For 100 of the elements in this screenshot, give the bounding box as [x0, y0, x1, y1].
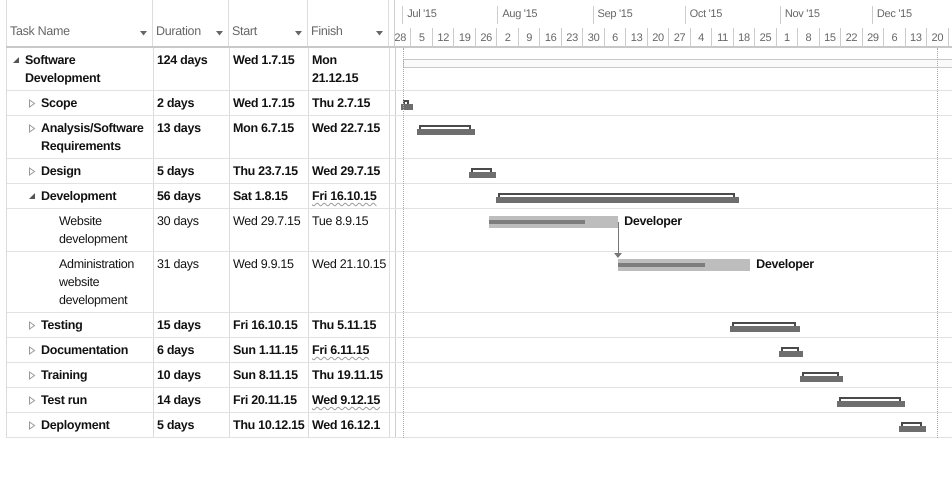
column-header[interactable]: Finish	[311, 22, 343, 41]
start-date: Sun 1.11.15	[233, 343, 298, 357]
month-label: Sep '15	[598, 8, 632, 20]
week-label: 25	[760, 30, 772, 46]
finish-date: Thu 2.7.15	[312, 96, 370, 110]
finish-date: Thu 19.11.15	[312, 368, 383, 382]
week-label: 30	[588, 30, 600, 46]
duration-text: 124 days	[157, 53, 208, 67]
start-date: Fri 16.10.15	[233, 318, 298, 332]
finish-date: Mon 21.12.15	[312, 53, 358, 85]
column-header[interactable]: Task Name	[10, 22, 70, 41]
collapse-triangle-icon[interactable]	[12, 56, 20, 64]
week-label: 23	[566, 30, 578, 46]
task-name: Test run	[41, 392, 87, 409]
finish-date: Fri 16.10.15	[312, 189, 377, 203]
duration-text: 30 days	[157, 214, 199, 228]
start-date: Wed 1.7.15	[233, 53, 294, 67]
resource-label: Developer	[624, 213, 682, 230]
duration-text: 5 days	[157, 418, 194, 432]
start-date: Wed 1.7.15	[233, 96, 294, 110]
expand-triangle-icon[interactable]	[28, 321, 36, 330]
week-label: 27	[674, 30, 686, 46]
expand-triangle-icon[interactable]	[28, 346, 36, 355]
finish-date: Wed 29.7.15	[312, 164, 380, 178]
duration-text: 2 days	[157, 96, 194, 110]
start-date: Wed 29.7.15	[233, 214, 300, 228]
column-header[interactable]: Duration	[156, 22, 201, 41]
task-name: Training	[41, 367, 88, 384]
finish-date: Tue 8.9.15	[312, 214, 368, 228]
week-label: 15	[824, 30, 836, 46]
start-date: Thu 23.7.15	[233, 164, 298, 178]
finish-date: Wed 9.12.15	[312, 393, 380, 407]
week-label: 13	[630, 30, 642, 46]
week-label: 12	[437, 30, 450, 46]
dropdown-arrow-icon[interactable]	[295, 31, 302, 36]
week-label: 6	[612, 30, 618, 46]
week-label: 1	[784, 30, 790, 46]
task-name: Deployment	[41, 417, 110, 434]
expand-triangle-icon[interactable]	[28, 124, 36, 133]
resource-label: Developer	[756, 256, 814, 273]
duration-text: 13 days	[157, 121, 201, 135]
duration-text: 56 days	[157, 189, 201, 203]
task-name: Testing	[41, 317, 82, 334]
task-name: Software Development	[25, 52, 102, 87]
duration-text: 6 days	[157, 343, 194, 357]
week-label: 16	[544, 30, 556, 46]
task-name: Analysis/Software Requirements	[41, 120, 145, 155]
start-date: Fri 20.11.15	[233, 393, 297, 407]
dropdown-arrow-icon[interactable]	[140, 31, 147, 36]
task-name: Scope	[41, 95, 78, 112]
week-label: 8	[806, 30, 812, 46]
expand-triangle-icon[interactable]	[28, 99, 36, 108]
finish-date: Wed 22.7.15	[312, 121, 380, 135]
start-date: Thu 10.12.15	[233, 418, 304, 432]
week-label: 20	[652, 30, 664, 46]
week-label: 29	[867, 30, 879, 46]
column-header[interactable]: Start	[232, 22, 257, 41]
dropdown-arrow-icon[interactable]	[216, 31, 223, 36]
dropdown-arrow-icon[interactable]	[376, 31, 383, 36]
duration-text: 15 days	[157, 318, 201, 332]
task-name: Administration website development	[59, 256, 135, 309]
week-label: 4	[698, 30, 704, 46]
week-label: 18	[738, 30, 750, 46]
week-label: 28	[394, 30, 406, 46]
duration-text: 10 days	[157, 368, 201, 382]
month-label: Aug '15	[502, 8, 538, 20]
expand-triangle-icon[interactable]	[28, 371, 36, 380]
start-date: Sun 8.11.15	[233, 368, 298, 382]
collapse-triangle-icon[interactable]	[28, 192, 36, 200]
task-name: Development	[41, 188, 116, 205]
month-label: Dec '15	[876, 8, 912, 20]
month-label: Oct '15	[690, 8, 722, 20]
finish-date: Fri 6.11.15	[312, 343, 370, 357]
start-date: Wed 9.9.15	[233, 257, 294, 271]
week-label: 5	[418, 30, 425, 46]
start-date: Sat 1.8.15	[233, 189, 288, 203]
week-label: 26	[480, 30, 492, 46]
month-label: Jul '15	[407, 8, 437, 20]
duration-text: 14 days	[157, 393, 201, 407]
week-label: 13	[910, 30, 922, 46]
expand-triangle-icon[interactable]	[28, 167, 36, 176]
week-label: 9	[526, 30, 532, 46]
finish-date: Wed 16.12.1	[312, 418, 380, 432]
week-label: 11	[717, 30, 728, 46]
expand-triangle-icon[interactable]	[28, 396, 36, 405]
duration-text: 5 days	[157, 164, 194, 178]
finish-date: Thu 5.11.15	[312, 318, 376, 332]
expand-triangle-icon[interactable]	[28, 421, 36, 430]
task-name: Website development	[59, 213, 128, 248]
week-label: 6	[891, 30, 898, 46]
week-label: 22	[846, 30, 858, 46]
week-label: 2	[504, 30, 511, 46]
duration-text: 31 days	[157, 257, 199, 271]
task-name: Documentation	[41, 342, 128, 359]
start-date: Mon 6.7.15	[233, 121, 294, 135]
task-name: Design	[41, 163, 81, 180]
week-label: 20	[932, 30, 944, 46]
week-label: 19	[458, 30, 471, 46]
finish-date: Wed 21.10.15	[312, 257, 386, 271]
month-label: Nov '15	[784, 8, 820, 20]
